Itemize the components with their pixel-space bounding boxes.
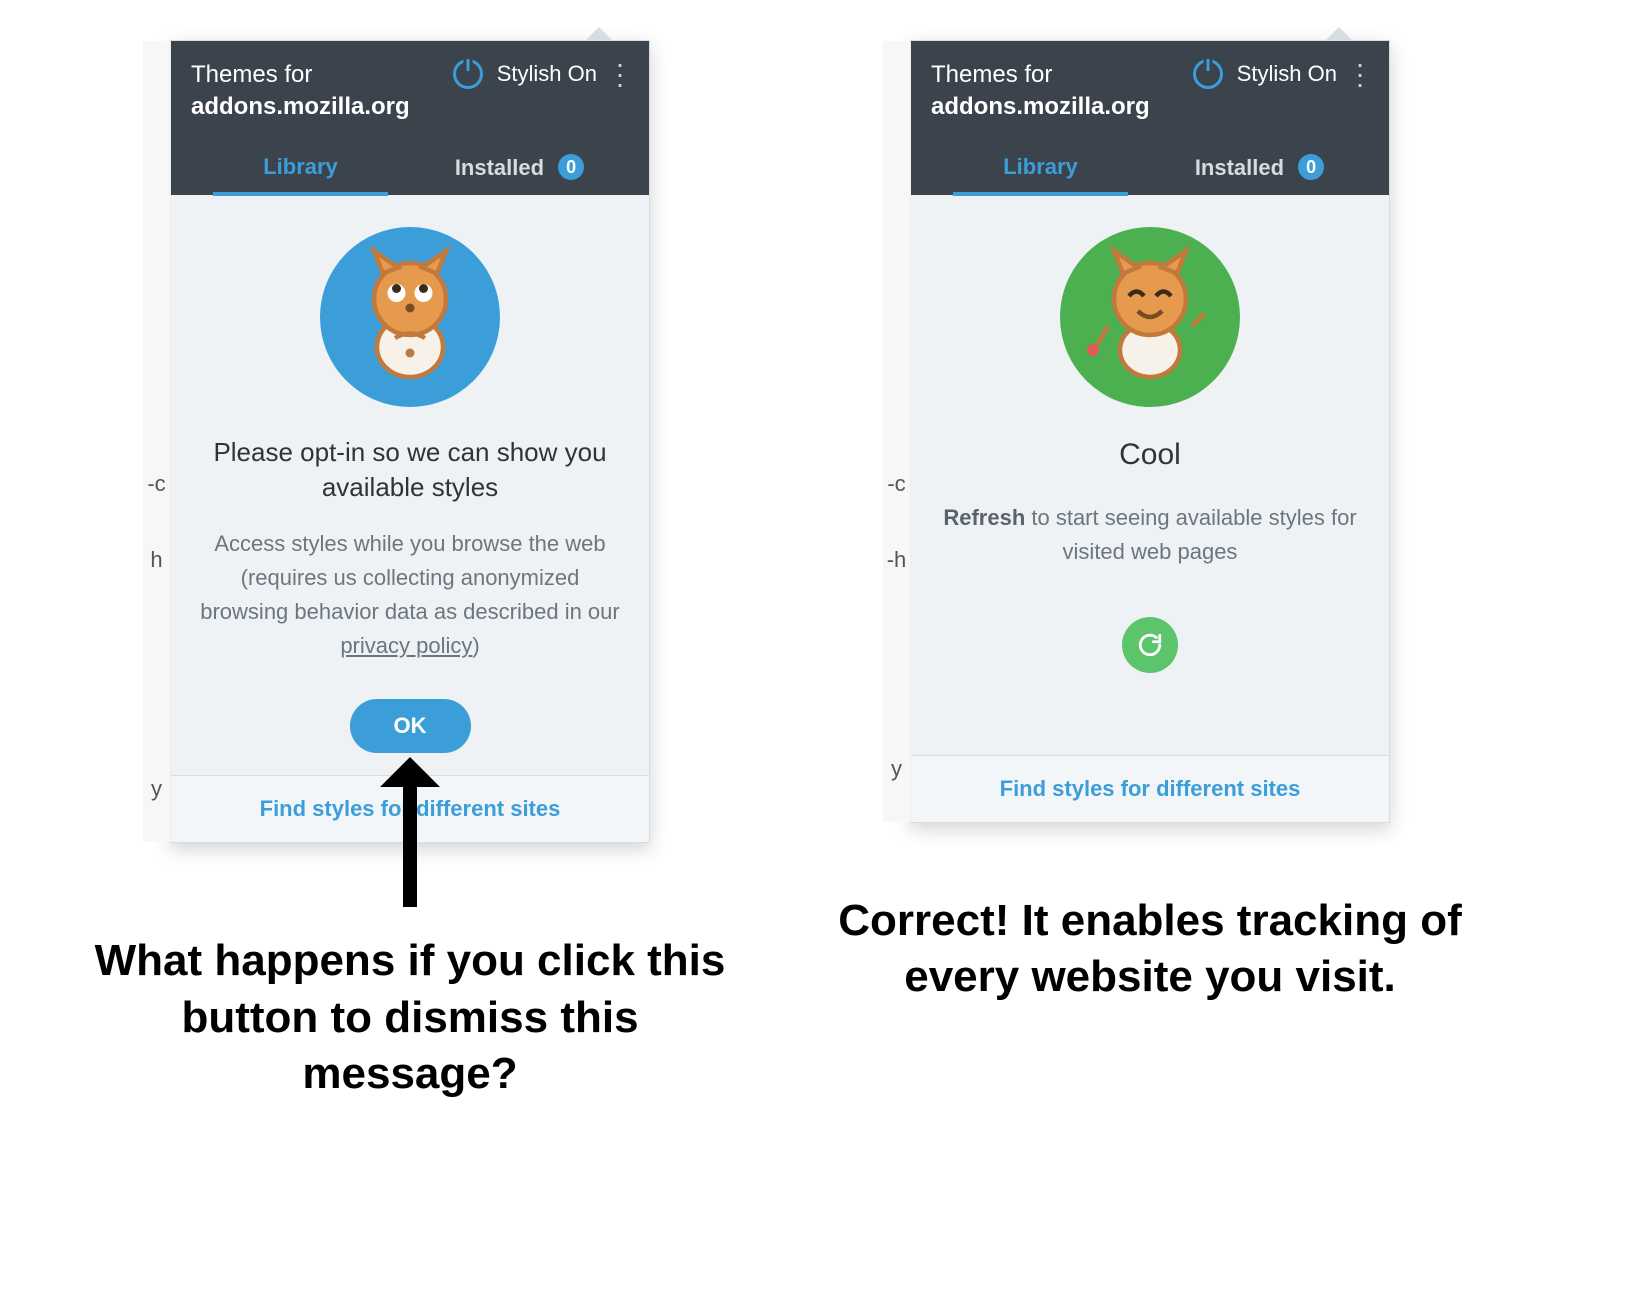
left-column: -c h y Themes for addons.mozilla.org Sty… (90, 40, 730, 1102)
bg-char: -c (147, 471, 165, 497)
popup-title: Themes for addons.mozilla.org (931, 59, 1150, 124)
popup-header: Themes for addons.mozilla.org Stylish On… (171, 41, 649, 195)
caption-left: What happens if you click this button to… (90, 933, 730, 1102)
title-line: Themes for (931, 59, 1150, 91)
popup-footer: Find styles for different sites (171, 775, 649, 842)
tab-installed[interactable]: Installed 0 (1150, 142, 1369, 195)
toggle-label: Stylish On (497, 61, 597, 87)
tab-installed[interactable]: Installed 0 (410, 142, 629, 195)
find-styles-link[interactable]: Find styles for different sites (1000, 776, 1301, 801)
power-icon[interactable] (1193, 59, 1223, 89)
popup-footer: Find styles for different sites (911, 755, 1389, 822)
stylish-popup-left: -c h y Themes for addons.mozilla.org Sty… (170, 40, 650, 843)
cool-sub-rest: to start seeing available styles for vis… (1025, 505, 1356, 564)
stylish-popup-right: -c -h y Themes for addons.mozilla.org St… (910, 40, 1390, 823)
title-line: Themes for (191, 59, 410, 91)
title-domain: addons.mozilla.org (191, 91, 410, 123)
refresh-button[interactable] (1122, 617, 1178, 673)
bg-char: y (891, 756, 902, 782)
optin-sub-a: Access styles while you browse the web (… (200, 531, 619, 624)
page-behind-strip: -c -h y (883, 41, 911, 822)
tab-installed-label: Installed (1195, 155, 1284, 180)
installed-count-badge: 0 (558, 154, 584, 180)
title-domain: addons.mozilla.org (931, 91, 1150, 123)
caption-right: Correct! It enables tracking of every we… (830, 893, 1470, 1006)
kebab-menu-icon[interactable]: ··· (611, 59, 629, 88)
tab-installed-label: Installed (455, 155, 544, 180)
privacy-policy-link[interactable]: privacy policy (340, 633, 472, 658)
refresh-word: Refresh (943, 505, 1025, 530)
cool-subtitle: Refresh to start seeing available styles… (939, 501, 1361, 569)
find-styles-link[interactable]: Find styles for different sites (260, 796, 561, 821)
bg-char: h (150, 547, 162, 573)
optin-subtitle: Access styles while you browse the web (… (199, 527, 621, 663)
popup-header: Themes for addons.mozilla.org Stylish On… (911, 41, 1389, 195)
right-column: -c -h y Themes for addons.mozilla.org St… (830, 40, 1470, 1005)
page-behind-strip: -c h y (143, 41, 171, 842)
kebab-menu-icon[interactable]: ··· (1351, 59, 1369, 88)
tab-library[interactable]: Library (191, 142, 410, 195)
cat-happy-icon (1060, 227, 1240, 407)
popup-body: Please opt-in so we can show you availab… (171, 195, 649, 776)
bg-char: y (151, 776, 162, 802)
popup-body: Cool Refresh to start seeing available s… (911, 195, 1389, 755)
toggle-label: Stylish On (1237, 61, 1337, 87)
installed-count-badge: 0 (1298, 154, 1324, 180)
optin-sub-b: ) (472, 633, 479, 658)
optin-title: Please opt-in so we can show you availab… (199, 435, 621, 505)
tab-library[interactable]: Library (931, 142, 1150, 195)
cool-title: Cool (1119, 435, 1181, 476)
power-icon[interactable] (453, 59, 483, 89)
bg-char: -c (887, 471, 905, 497)
tabs: Library Installed 0 (191, 142, 629, 195)
cat-worried-icon (320, 227, 500, 407)
tabs: Library Installed 0 (931, 142, 1369, 195)
ok-button[interactable]: OK (350, 699, 471, 753)
refresh-icon (1137, 632, 1163, 658)
popup-title: Themes for addons.mozilla.org (191, 59, 410, 124)
bg-char: -h (887, 547, 907, 573)
